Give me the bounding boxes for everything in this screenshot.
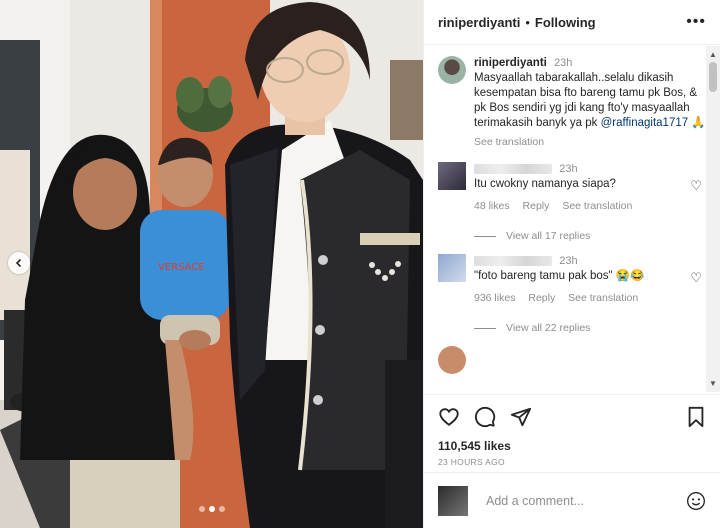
comments-list[interactable]: riniperdiyanti 23h Masyaallah tabarakall…	[424, 46, 706, 392]
chevron-left-icon	[15, 258, 22, 268]
comment-item-partial	[438, 346, 706, 374]
comment-item: 23h "foto bareng tamu pak bos" 😭😂 ♡	[438, 254, 706, 285]
scrollbar-thumb[interactable]	[709, 62, 717, 92]
comment-time: 23h	[559, 163, 578, 175]
emoji-picker-icon[interactable]	[686, 491, 706, 511]
scroll-up-arrow-icon[interactable]: ▲	[709, 50, 717, 59]
see-translation-link[interactable]: See translation	[474, 135, 706, 150]
caption-mention[interactable]: @raffinagita1717	[601, 117, 689, 129]
header-username[interactable]: riniperdiyanti	[438, 15, 520, 30]
post-header: riniperdiyanti • Following •••	[424, 0, 720, 45]
blurred-username	[474, 163, 552, 174]
caption-emoji: 🙏	[691, 117, 706, 129]
see-translation-link[interactable]: See translation	[568, 292, 638, 304]
more-options-icon[interactable]: •••	[686, 13, 706, 31]
blurred-username	[474, 255, 552, 266]
view-replies-button[interactable]: View all 22 replies	[474, 322, 706, 334]
post-actions: 110,545 likes 23 HOURS AGO	[424, 394, 720, 467]
comments-scrollbar[interactable]: ▲ ▼	[706, 46, 720, 392]
like-comment-heart-icon[interactable]: ♡	[690, 270, 702, 285]
reply-button[interactable]: Reply	[528, 292, 555, 304]
avatar[interactable]	[438, 56, 466, 84]
comment-meta: 936 likes Reply See translation	[474, 292, 706, 304]
comment-text: Itu cwokny namanya siapa?	[474, 178, 616, 190]
comment-meta: 48 likes Reply See translation	[474, 200, 706, 212]
post-timestamp: 23 HOURS AGO	[438, 457, 505, 467]
avatar[interactable]	[438, 346, 466, 374]
add-comment-bar: Add a comment...	[424, 472, 720, 528]
avatar[interactable]	[438, 254, 466, 282]
add-comment-input[interactable]: Add a comment...	[486, 494, 686, 508]
scroll-down-arrow-icon[interactable]: ▼	[709, 379, 717, 388]
comment-text: "foto bareng tamu pak bos" 😭😂	[474, 270, 645, 282]
carousel-dot	[198, 506, 205, 512]
post-details-panel: riniperdiyanti • Following ••• riniperdi…	[423, 0, 720, 528]
photo-image: VERSACE	[0, 0, 423, 528]
comment-likes[interactable]: 936 likes	[474, 292, 515, 304]
previous-photo-button[interactable]	[8, 252, 30, 274]
carousel-dot-active	[208, 506, 215, 512]
caption-time: 23h	[554, 57, 573, 69]
svg-text:VERSACE: VERSACE	[158, 262, 205, 273]
comment-item: 23h Itu cwokny namanya siapa? ♡	[438, 162, 706, 193]
avatar[interactable]	[438, 162, 466, 190]
see-translation-link[interactable]: See translation	[562, 200, 632, 212]
like-comment-heart-icon[interactable]: ♡	[690, 178, 702, 193]
header-separator: •	[525, 14, 530, 30]
bookmark-save-icon[interactable]	[686, 406, 706, 428]
share-send-icon[interactable]	[510, 406, 532, 428]
reply-button[interactable]: Reply	[523, 200, 550, 212]
caption-username[interactable]: riniperdiyanti	[474, 57, 547, 69]
view-replies-button[interactable]: View all 17 replies	[474, 230, 706, 242]
carousel-indicator	[0, 506, 423, 512]
comment-likes[interactable]: 48 likes	[474, 200, 510, 212]
likes-count[interactable]: 110,545 likes	[438, 439, 706, 453]
comment-bubble-icon[interactable]	[474, 406, 496, 428]
carousel-dot	[218, 506, 225, 512]
avatar	[438, 485, 468, 516]
post-caption: riniperdiyanti 23h Masyaallah tabarakall…	[438, 56, 706, 150]
comment-time: 23h	[559, 255, 578, 267]
following-button[interactable]: Following	[535, 15, 596, 30]
post-photo: VERSACE	[0, 0, 423, 528]
like-heart-icon[interactable]	[438, 406, 460, 428]
